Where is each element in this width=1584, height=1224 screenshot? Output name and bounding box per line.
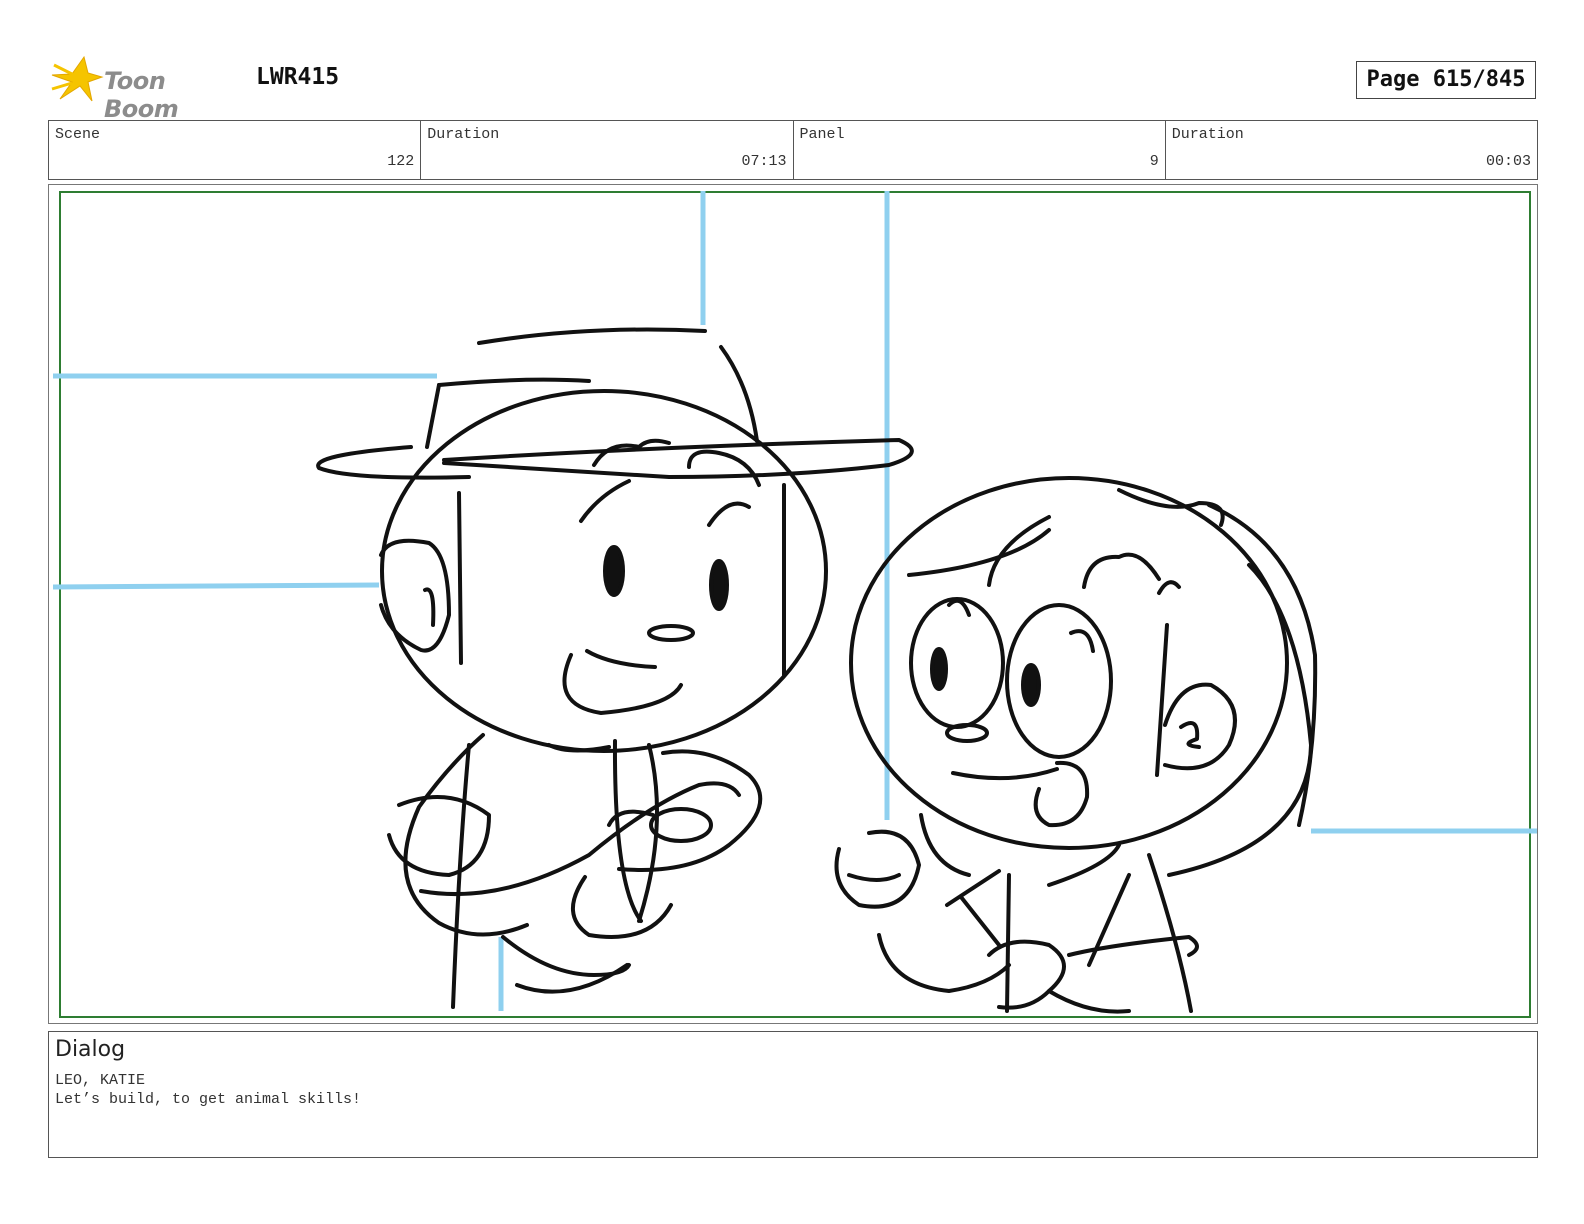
project-code: LWR415: [256, 64, 340, 90]
scene-value: 122: [387, 153, 415, 170]
safe-frame: [59, 191, 1531, 1018]
katie-sketch: [834, 476, 1318, 1014]
scene-label: Scene: [55, 126, 101, 143]
panel-duration-value: 00:03: [1485, 153, 1531, 170]
scene-duration-value: 07:13: [741, 153, 787, 170]
panel-info-row: Scene 122 Duration 07:13 Panel 9 Duratio…: [48, 120, 1538, 180]
panel-duration-cell: Duration 00:03: [1166, 121, 1537, 179]
panel-duration-label: Duration: [1171, 126, 1244, 143]
sketch-drawing: [52, 191, 1537, 1018]
logo-star-icon: [51, 55, 104, 102]
panel-label: Panel: [799, 126, 845, 143]
scene-duration-cell: Duration 07:13: [421, 121, 794, 179]
panel-value: 9: [1149, 153, 1159, 170]
leo-sketch: [316, 327, 914, 1009]
page-number: Page 615/845: [1356, 61, 1536, 99]
scene-duration-label: Duration: [427, 126, 500, 143]
logo-text: Toon Boom: [104, 67, 179, 123]
layout-guides: [52, 191, 1537, 1011]
dialog-line: Let’s build, to get animal skills!: [55, 1091, 362, 1108]
panel-cell: Panel 9: [794, 121, 1166, 179]
dialog-characters: LEO, KATIE: [55, 1072, 146, 1089]
dialog-title: Dialog: [55, 1037, 126, 1062]
dialog-box: Dialog LEO, KATIE Let’s build, to get an…: [48, 1031, 1538, 1158]
scene-cell: Scene 122: [49, 121, 422, 179]
storyboard-panel: [48, 184, 1538, 1024]
toon-boom-logo: Toon Boom: [50, 55, 240, 123]
